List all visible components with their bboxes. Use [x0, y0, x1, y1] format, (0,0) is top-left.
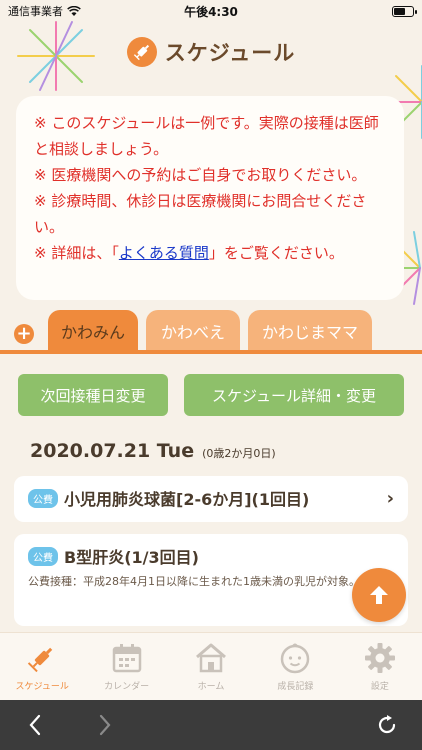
vaccine-note: 公費接種：平成28年4月1日以降に生まれた1歳未満の乳児が対象。: [28, 575, 360, 588]
bottom-tab-calendar[interactable]: カレンダー: [84, 633, 168, 700]
date-label: 2020.07.21 Tue: [30, 440, 195, 462]
chevron-right-icon: ›: [386, 488, 394, 509]
page-header: スケジュール: [0, 30, 422, 74]
tab-underline: [0, 350, 422, 354]
schedule-detail-button[interactable]: スケジュール詳細・変更: [184, 374, 404, 416]
child-tabs: + かわみん かわべえ かわじまママ: [0, 310, 422, 352]
age-label: (0歳2か月0日): [202, 447, 276, 460]
vaccine-card[interactable]: 公費 B型肝炎(1/3回目) 公費接種：平成28年4月1日以降に生まれた1歳未満の…: [14, 534, 408, 626]
schedule-date: 2020.07.21 Tue (0歳2か月0日): [30, 440, 276, 462]
public-funding-badge: 公費: [28, 488, 58, 508]
tab-child-2[interactable]: かわべえ: [146, 310, 240, 352]
bottom-tab-label: 設定: [370, 682, 389, 692]
bottom-tab-label: カレンダー: [104, 682, 150, 692]
reload-button[interactable]: [372, 710, 402, 740]
notice-panel: ※ このスケジュールは一例です。実際の接種は医師と相談しましょう。 ※ 医療機関…: [16, 96, 404, 300]
chevron-left-icon: [29, 714, 41, 736]
bottom-tab-settings[interactable]: 設定: [338, 633, 422, 700]
change-next-date-button[interactable]: 次回接種日変更: [18, 374, 168, 416]
bottom-tab-label: スケジュール: [15, 682, 69, 692]
browser-nav-group: [20, 710, 120, 740]
home-icon: [196, 643, 226, 673]
bottom-tab-label: ホーム: [197, 682, 225, 692]
notice-line: ※ 診療時間、休診日は医療機関にお問合せください。: [34, 192, 367, 236]
browser-toolbar: [0, 700, 422, 750]
scroll-top-button[interactable]: [352, 568, 406, 622]
action-buttons: 次回接種日変更 スケジュール詳細・変更: [18, 374, 404, 416]
carrier-label: 通信事業者: [8, 5, 63, 18]
arrow-up-icon: [370, 586, 388, 604]
faq-link[interactable]: よくある質問: [119, 244, 209, 262]
add-child-button[interactable]: +: [14, 324, 34, 344]
bottom-tab-growth[interactable]: 成長記録: [253, 633, 337, 700]
faq-prefix: ※ 詳細は、「: [34, 244, 119, 262]
vaccine-name: B型肝炎(1/3回目): [64, 548, 199, 567]
forward-button[interactable]: [90, 710, 120, 740]
battery-icon: [392, 5, 417, 17]
tab-child-3[interactable]: かわじまママ: [248, 310, 372, 352]
chevron-right-icon: [99, 714, 111, 736]
notice-line: ※ このスケジュールは一例です。実際の接種は医師と相談しましょう。: [34, 114, 379, 158]
syringe-icon: [28, 647, 53, 673]
gear-icon: [364, 643, 395, 673]
vaccine-name: 小児用肺炎球菌[2-6か月](1回目): [64, 490, 310, 509]
public-funding-badge: 公費: [28, 546, 58, 566]
vaccine-card[interactable]: 公費 小児用肺炎球菌[2-6か月](1回目) ›: [14, 476, 408, 522]
calendar-icon: [112, 644, 141, 673]
faq-suffix: 」をご覧ください。: [208, 244, 344, 262]
wifi-icon: [67, 5, 81, 16]
syringe-icon: [126, 37, 157, 67]
bottom-tab-schedule[interactable]: スケジュール: [0, 633, 84, 700]
status-left: 通信事業者: [8, 3, 81, 19]
notice-line: ※ 医療機関への予約はご自身でお取りください。: [34, 166, 367, 184]
baby-face-icon: [281, 643, 310, 674]
bottom-tab-bar: スケジュール カレンダー ホーム 成長記録 設定: [0, 632, 422, 700]
status-bar: 通信事業者 午後4:30: [0, 0, 422, 22]
back-button[interactable]: [20, 710, 50, 740]
bottom-tab-home[interactable]: ホーム: [169, 633, 253, 700]
notice-faq-line: ※ 詳細は、「よくある質問」をご覧ください。: [34, 240, 390, 266]
bottom-tab-label: 成長記録: [277, 682, 314, 692]
tab-child-1[interactable]: かわみん: [48, 310, 138, 352]
page-title: スケジュール: [164, 41, 296, 65]
reload-icon: [378, 715, 396, 734]
